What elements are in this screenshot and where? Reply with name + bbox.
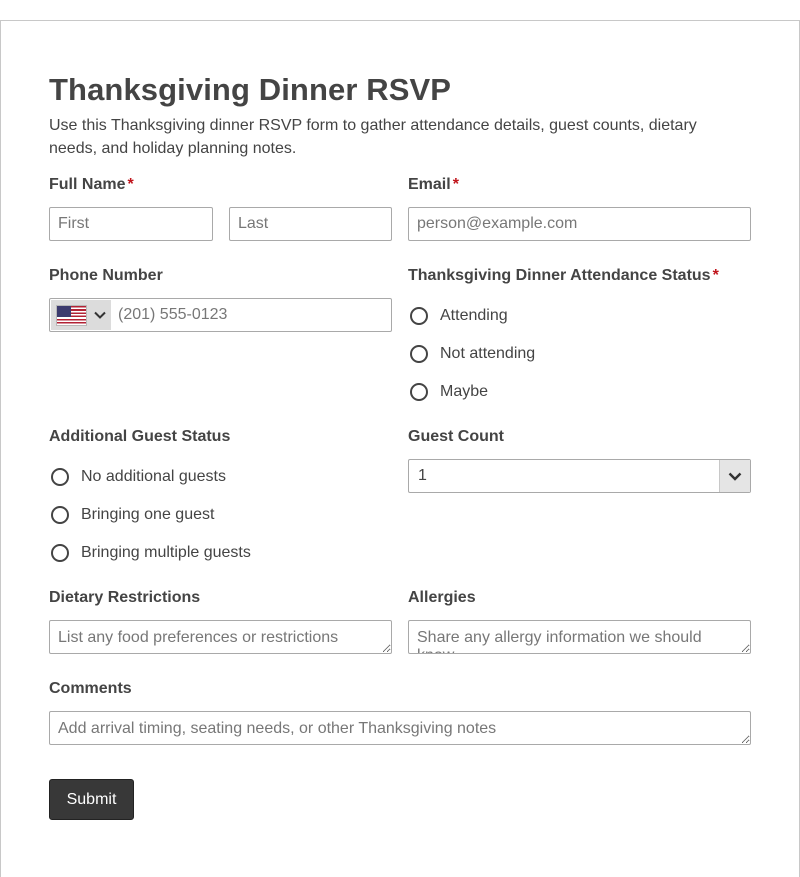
allergies-textarea[interactable] <box>408 620 751 654</box>
phone-field <box>49 298 392 332</box>
us-flag-icon <box>56 304 87 326</box>
dietary-textarea[interactable] <box>49 620 392 654</box>
email-label-text: Email <box>408 176 451 193</box>
dietary-label: Dietary Restrictions <box>49 589 201 606</box>
radio-button[interactable] <box>410 383 428 401</box>
chevron-down-icon <box>94 311 106 319</box>
radio-button[interactable] <box>51 468 69 486</box>
last-name-input[interactable] <box>229 207 392 241</box>
attendance-option-not-attending[interactable]: Not attending <box>408 345 535 363</box>
guest-option-none[interactable]: No additional guests <box>49 468 226 486</box>
chevron-down-icon <box>719 460 750 492</box>
comments-label: Comments <box>49 680 132 697</box>
comments-textarea[interactable] <box>49 711 751 745</box>
radio-label: No additional guests <box>81 468 226 485</box>
guest-option-multiple[interactable]: Bringing multiple guests <box>49 544 251 562</box>
guest-count-select[interactable]: 1 <box>408 459 751 493</box>
radio-button[interactable] <box>410 307 428 325</box>
guest-option-one[interactable]: Bringing one guest <box>49 506 214 524</box>
phone-label: Phone Number <box>49 267 163 284</box>
submit-button[interactable]: Submit <box>49 779 134 820</box>
radio-label: Maybe <box>440 383 489 400</box>
radio-label: Not attending <box>440 345 536 362</box>
guest-count-value: 1 <box>418 467 427 484</box>
radio-button[interactable] <box>51 506 69 524</box>
email-label: Email * <box>408 176 459 194</box>
radio-button[interactable] <box>51 544 69 562</box>
phone-input[interactable] <box>112 299 390 331</box>
allergies-label: Allergies <box>408 589 476 606</box>
radio-label: Bringing multiple guests <box>81 544 251 561</box>
first-name-input[interactable] <box>49 207 213 241</box>
guest-count-label: Guest Count <box>408 428 504 445</box>
full-name-label: Full Name * <box>49 176 134 194</box>
country-code-select[interactable] <box>51 300 111 330</box>
radio-label: Bringing one guest <box>81 506 215 523</box>
additional-guest-label: Additional Guest Status <box>49 428 231 445</box>
attendance-option-maybe[interactable]: Maybe <box>408 383 488 401</box>
page-title: Thanksgiving Dinner RSVP <box>49 72 452 107</box>
radio-label: Attending <box>440 307 508 324</box>
required-marker: * <box>452 176 459 193</box>
radio-button[interactable] <box>410 345 428 363</box>
attendance-label: Thanksgiving Dinner Attendance Status * <box>408 267 719 285</box>
form-description: Use this Thanksgiving dinner RSVP form t… <box>49 117 697 157</box>
full-name-label-text: Full Name <box>49 176 126 193</box>
attendance-option-attending[interactable]: Attending <box>408 307 508 325</box>
required-marker: * <box>712 267 719 284</box>
required-marker: * <box>127 176 134 193</box>
email-input[interactable] <box>408 207 751 241</box>
attendance-label-text: Thanksgiving Dinner Attendance Status <box>408 267 711 284</box>
